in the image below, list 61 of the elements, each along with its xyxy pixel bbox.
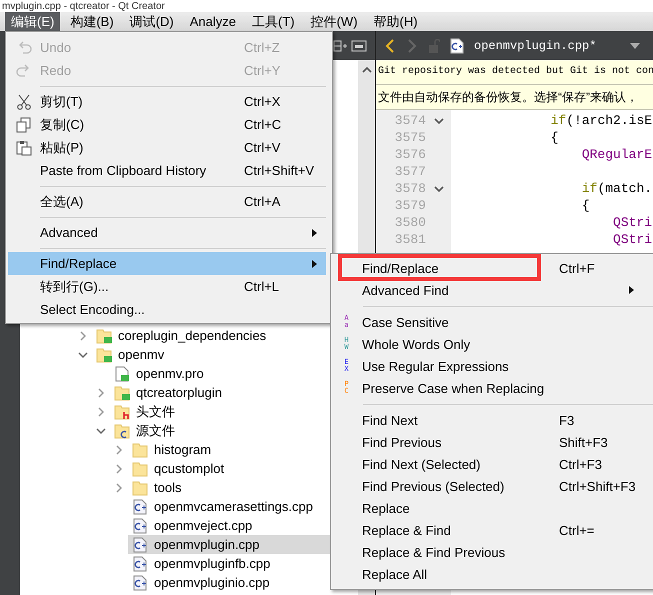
tree-item[interactable]: openmveject.cpp xyxy=(128,516,256,535)
menu-item[interactable]: Replace & Find Ctrl+= xyxy=(331,519,653,541)
menu-item[interactable]: Replace xyxy=(331,497,653,519)
tree-item[interactable]: openmvpluginio.cpp xyxy=(128,573,273,592)
menu-item[interactable]: Analyze xyxy=(184,12,242,31)
menu-item[interactable]: Find Next F3 xyxy=(331,409,653,431)
menu-item[interactable]: 编辑(E) xyxy=(5,12,60,31)
code-text: (match. xyxy=(597,181,652,196)
menu-item[interactable]: Find/Replace xyxy=(8,252,326,275)
tree-item[interactable]: openmv.pro xyxy=(110,364,207,383)
code-text: QRegularE xyxy=(582,147,652,162)
tree-item[interactable]: openmvplugin.cpp xyxy=(128,535,330,554)
line-number: 3576 xyxy=(394,146,426,163)
info-bar: 文件由自动保存的备份恢复。选择“保存”来确认， xyxy=(376,85,653,110)
menu-item[interactable]: Replace All xyxy=(331,563,653,585)
menu-item[interactable]: 全选(A) Ctrl+A xyxy=(8,190,326,213)
tree-item[interactable]: histogram xyxy=(128,440,214,459)
code-text: { xyxy=(550,130,558,145)
menu-item[interactable]: 剪切(T) Ctrl+X xyxy=(8,90,326,113)
code-text: (!arch2.isE xyxy=(566,113,652,128)
tree-item[interactable]: tools xyxy=(128,478,184,497)
code-text: { xyxy=(582,198,590,213)
menu-item[interactable]: Select Encoding... xyxy=(8,298,326,321)
tree-item[interactable]: 头文件 xyxy=(110,402,178,421)
code-text: if xyxy=(550,113,566,128)
tree-item[interactable]: openmvcamerasettings.cpp xyxy=(128,497,316,516)
tree-item[interactable]: qcustomplot xyxy=(128,459,228,478)
menu-item[interactable]: 转到行(G)... Ctrl+L xyxy=(8,275,326,298)
line-number: 3575 xyxy=(394,129,426,146)
menu-item[interactable]: Replace & Find Previous xyxy=(331,541,653,563)
tree-item[interactable]: coreplugin_dependencies xyxy=(92,326,270,345)
line-number: 3579 xyxy=(394,197,426,214)
line-number: 3578 xyxy=(394,180,426,197)
tree-item[interactable]: openmvpluginfb.cpp xyxy=(128,554,274,573)
info-bar: Git repository was detected but Git is not con xyxy=(376,60,653,85)
menu-item[interactable]: Find Previous (Selected) Ctrl+Shift+F3 xyxy=(331,475,653,497)
window-title: mvplugin.cpp - qtcreator - Qt Creator xyxy=(2,1,165,12)
file-name[interactable]: openmvplugin.cpp* xyxy=(474,38,596,52)
line-number: 3581 xyxy=(394,231,426,248)
menu-item[interactable]: 工具(T) xyxy=(246,12,301,31)
line-number: 3577 xyxy=(394,163,426,180)
menu-item[interactable]: Find Previous Shift+F3 xyxy=(331,431,653,453)
line-number: 3574 xyxy=(394,112,426,129)
tree-item[interactable]: 源文件 xyxy=(110,421,178,440)
menu-item[interactable]: Find Next (Selected) Ctrl+F3 xyxy=(331,453,653,475)
tree-item[interactable]: qtcreatorplugin xyxy=(110,383,225,402)
menu-item[interactable]: 控件(W) xyxy=(304,12,364,31)
code-text: QStri xyxy=(613,232,652,247)
menu-item[interactable]: Advanced xyxy=(8,221,326,244)
menu-item[interactable]: Find/Replace Ctrl+F xyxy=(331,257,653,279)
code-text: if xyxy=(582,181,598,196)
menu-item[interactable]: Paste from Clipboard History Ctrl+Shift+V xyxy=(8,159,326,182)
menu-item[interactable]: 复制(C) Ctrl+C xyxy=(8,113,326,136)
menu-item[interactable]: 帮助(H) xyxy=(368,12,424,31)
code-text: QStri xyxy=(613,215,652,230)
menu-item[interactable]: 粘贴(P) Ctrl+V xyxy=(8,136,326,159)
tree-item[interactable]: openmv xyxy=(92,345,168,364)
menu-item[interactable]: 构建(B) xyxy=(64,12,120,31)
menu-item[interactable]: Advanced Find xyxy=(331,279,653,301)
line-number: 3580 xyxy=(394,214,426,231)
menu-item[interactable]: 调试(D) xyxy=(124,12,180,31)
